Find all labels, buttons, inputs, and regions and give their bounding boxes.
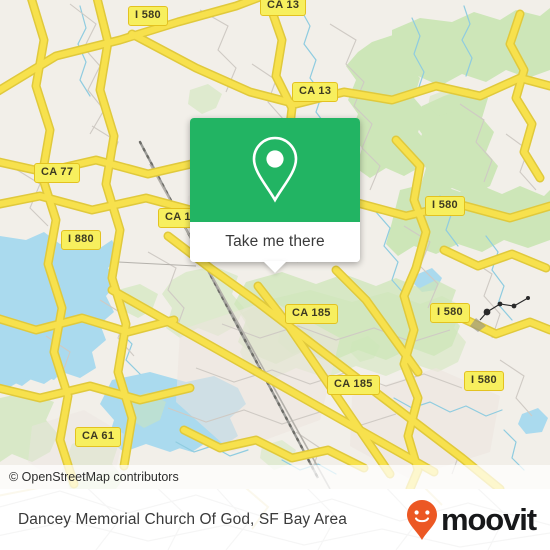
map-pin-icon xyxy=(252,136,298,203)
popup-pin-area xyxy=(190,118,360,222)
map-screenshot: I 580 CA 13 CA 13 CA 77 CA 185 I 580 I 8… xyxy=(0,0,550,550)
road-shield: CA 13 xyxy=(292,82,339,102)
road-shield: I 580 xyxy=(128,6,168,26)
footer-content: Dancey Memorial Church Of God, SF Bay Ar… xyxy=(0,489,550,550)
popup-pointer xyxy=(263,261,287,273)
popup-action-area[interactable]: Take me there xyxy=(190,222,360,273)
road-shield: I 580 xyxy=(425,196,465,216)
road-shield: I 580 xyxy=(430,303,470,323)
road-shield: CA 13 xyxy=(260,0,307,16)
osm-attribution-text: © OpenStreetMap contributors xyxy=(9,470,179,484)
road-shield: CA 185 xyxy=(327,375,380,395)
place-title: Dancey Memorial Church Of God, SF Bay Ar… xyxy=(18,510,347,528)
attribution-bar: © OpenStreetMap contributors xyxy=(0,465,550,489)
road-shield: CA 77 xyxy=(34,163,81,183)
map-canvas[interactable]: I 580 CA 13 CA 13 CA 77 CA 185 I 580 I 8… xyxy=(0,0,550,489)
moovit-pin-smiley-icon xyxy=(406,499,437,540)
road-shield: I 880 xyxy=(61,230,101,250)
road-shield: I 580 xyxy=(464,371,504,391)
moovit-logo[interactable]: moovit xyxy=(405,499,537,541)
moovit-wordmark: moovit xyxy=(440,502,537,537)
location-popup-card[interactable]: Take me there xyxy=(190,118,360,273)
take-me-there-label: Take me there xyxy=(225,233,325,250)
footer-bar: Dancey Memorial Church Of God, SF Bay Ar… xyxy=(0,489,550,550)
road-shield: CA 61 xyxy=(75,427,122,447)
road-shield: CA 185 xyxy=(285,304,338,324)
